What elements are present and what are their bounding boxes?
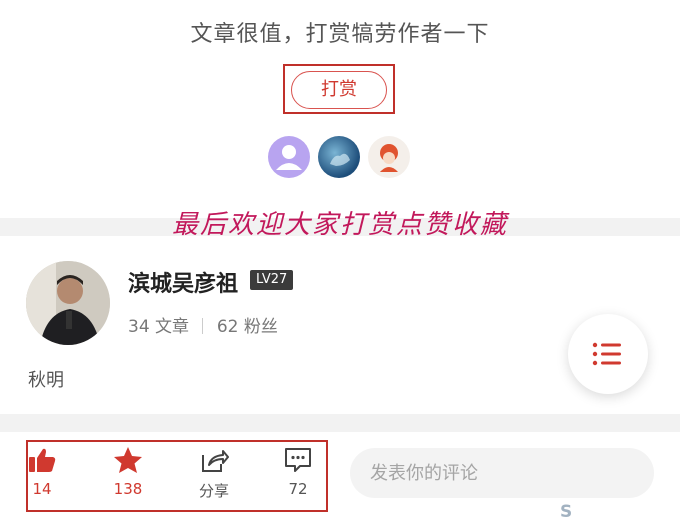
- favorite-action[interactable]: 138: [98, 446, 158, 498]
- author-name[interactable]: 滨城吴彦祖: [128, 266, 238, 298]
- comment-count: 72: [288, 480, 308, 498]
- like-count: 14: [32, 480, 52, 498]
- share-label: 分享: [198, 482, 229, 500]
- articles-count: 34: [128, 317, 150, 337]
- share-action[interactable]: 分享: [184, 446, 244, 501]
- reward-button[interactable]: 打赏: [291, 71, 387, 109]
- reward-prompt: 文章很值，打赏犒劳作者一下: [190, 22, 490, 47]
- author-signature: 秋明: [28, 370, 64, 391]
- author-stats: 34 文章 62 粉丝: [128, 312, 278, 337]
- fans-label: 粉丝: [243, 317, 278, 337]
- stat-divider: [202, 318, 204, 334]
- avatar-globe-icon[interactable]: [318, 136, 360, 178]
- promo-caption: 最后欢迎大家打赏点赞收藏: [171, 210, 508, 240]
- articles-label: 文章: [155, 317, 190, 337]
- avatar-cartoon-icon[interactable]: [368, 136, 410, 178]
- menu-fab-button[interactable]: [568, 314, 648, 394]
- comment-icon: [285, 448, 311, 472]
- author-avatar[interactable]: [26, 261, 110, 345]
- watermark-area: [556, 498, 680, 530]
- level-badge: LV27: [250, 270, 294, 290]
- watermark-text: S: [560, 502, 573, 522]
- share-icon: [202, 450, 229, 472]
- thumbs-up-icon: [29, 448, 56, 472]
- avatar-default-icon[interactable]: [268, 136, 310, 178]
- star-icon: [114, 447, 142, 473]
- list-icon: [592, 342, 621, 366]
- favorite-count: 138: [113, 480, 143, 498]
- fans-count: 62: [216, 317, 239, 337]
- comment-action[interactable]: 72: [268, 446, 328, 498]
- comment-input[interactable]: [350, 448, 654, 498]
- like-action[interactable]: 14: [12, 446, 72, 498]
- section-divider-bottom: [0, 414, 680, 432]
